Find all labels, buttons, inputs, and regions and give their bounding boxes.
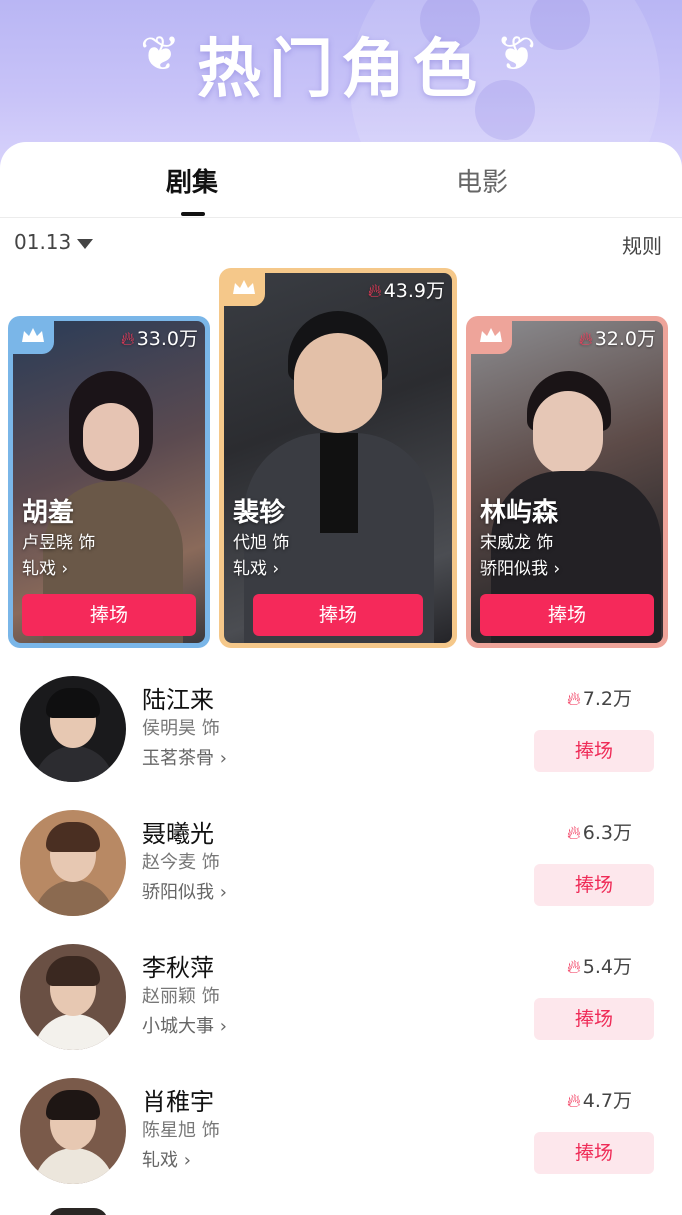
top-card-rank-1[interactable]: 🔥︎ 43.9万 裴轸 代旭 饰 轧戏 › 捧场 <box>219 268 457 648</box>
cheer-button[interactable]: 捧场 <box>534 730 654 772</box>
character-name: 聂曦光 <box>142 820 214 848</box>
heat-count: 🔥︎ 4.7万 <box>566 1090 632 1112</box>
active-tab-indicator <box>181 212 205 216</box>
date-label: 01.13 <box>14 230 72 254</box>
character-name: 胡羞 <box>22 498 75 528</box>
cheer-button[interactable]: 捧场 <box>22 594 196 636</box>
cheer-button[interactable]: 捧场 <box>480 594 654 636</box>
date-selector[interactable]: 01.13 <box>14 230 94 254</box>
crown-icon <box>470 320 512 354</box>
actor-name: 侯明昊 饰 <box>142 718 220 739</box>
tab-bar: 剧集 电影 <box>0 142 682 218</box>
flame-icon: 🔥︎ <box>578 328 593 350</box>
flame-icon: 🔥︎ <box>367 280 382 302</box>
avatar <box>48 1208 108 1215</box>
avatar <box>20 676 126 782</box>
drama-link[interactable]: 轧戏 › <box>142 1146 191 1172</box>
tab-movies[interactable]: 电影 <box>456 162 508 199</box>
crown-icon <box>12 320 54 354</box>
drama-link[interactable]: 骄阳似我 › <box>480 554 560 579</box>
heat-count: 🔥︎ 43.9万 <box>367 280 445 302</box>
cheer-button[interactable]: 捧场 <box>534 998 654 1040</box>
tab-series[interactable]: 剧集 <box>166 162 218 199</box>
top-card-rank-2[interactable]: 🔥︎ 33.0万 胡羞 卢昱晓 饰 轧戏 › 捧场 <box>8 316 210 648</box>
actor-name: 代旭 饰 <box>233 533 290 553</box>
heat-count: 🔥︎ 7.2万 <box>566 688 632 710</box>
list-item[interactable]: 陆江来 侯明昊 饰 玉茗茶骨 › 🔥︎ 7.2万 捧场 <box>0 676 682 810</box>
actor-name: 陈星旭 饰 <box>142 1120 220 1141</box>
character-name: 裴轸 <box>233 498 286 528</box>
character-name: 肖稚宇 <box>142 1088 214 1116</box>
list-item[interactable]: 李秋萍 赵丽颖 饰 小城大事 › 🔥︎ 5.4万 捧场 <box>0 944 682 1078</box>
actor-name: 卢昱晓 饰 <box>22 533 96 553</box>
rules-link[interactable]: 规则 <box>622 230 662 259</box>
drama-link[interactable]: 小城大事 › <box>142 1012 227 1038</box>
caret-down-icon <box>77 238 94 249</box>
flame-icon: 🔥︎ <box>566 688 581 710</box>
drama-link[interactable]: 轧戏 › <box>233 554 279 579</box>
list-item[interactable]: 聂曦光 赵今麦 饰 骄阳似我 › 🔥︎ 6.3万 捧场 <box>0 810 682 944</box>
character-name: 陆江来 <box>142 686 214 714</box>
top-card-rank-3[interactable]: 🔥︎ 32.0万 林屿森 宋威龙 饰 骄阳似我 › 捧场 <box>466 316 668 648</box>
heat-count: 🔥︎ 5.4万 <box>566 956 632 978</box>
character-name: 李秋萍 <box>142 954 214 982</box>
laurel-right-icon: ❦ <box>496 26 537 82</box>
cheer-button[interactable]: 捧场 <box>253 594 423 636</box>
list-item[interactable]: 肖稚宇 陈星旭 饰 轧戏 › 🔥︎ 4.7万 捧场 <box>0 1078 682 1212</box>
character-photo <box>224 273 452 643</box>
actor-name: 赵今麦 饰 <box>142 852 220 873</box>
crown-icon <box>223 272 265 306</box>
flame-icon: 🔥︎ <box>566 822 581 844</box>
avatar <box>20 810 126 916</box>
cheer-button[interactable]: 捧场 <box>534 864 654 906</box>
avatar <box>20 1078 126 1184</box>
flame-icon: 🔥︎ <box>120 328 135 350</box>
cheer-button[interactable]: 捧场 <box>534 1132 654 1174</box>
flame-icon: 🔥︎ <box>566 956 581 978</box>
character-name: 林屿森 <box>480 498 559 528</box>
avatar <box>20 944 126 1050</box>
content-sheet: 剧集 电影 01.13 规则 🔥︎33.0万 胡羞 卢昱晓 饰 轧戏 › 捧场 <box>0 142 682 1215</box>
heat-count: 🔥︎ 33.0万 <box>120 328 198 350</box>
flame-icon: 🔥︎ <box>566 1090 581 1112</box>
drama-link[interactable]: 骄阳似我 › <box>142 878 227 904</box>
page-title: 热门角色 <box>197 33 485 107</box>
drama-link[interactable]: 轧戏 › <box>22 554 68 579</box>
drama-link[interactable]: 玉茗茶骨 › <box>142 744 227 770</box>
actor-name: 宋威龙 饰 <box>480 533 554 553</box>
heat-count: 🔥︎ 32.0万 <box>578 328 656 350</box>
actor-name: 赵丽颖 饰 <box>142 986 220 1007</box>
heat-count: 🔥︎ 6.3万 <box>566 822 632 844</box>
